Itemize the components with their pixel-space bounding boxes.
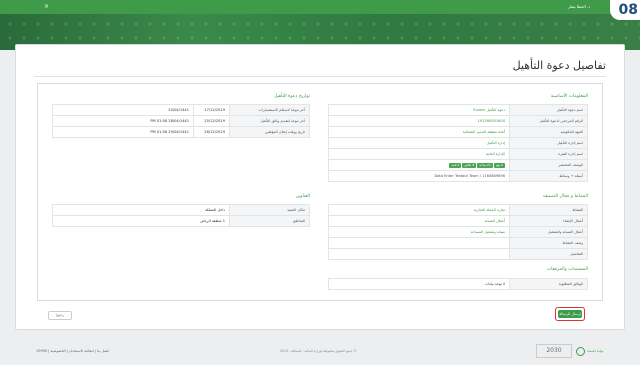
countdown-tag: 6 يوم xyxy=(493,162,505,168)
table-row: التفاصيل xyxy=(328,248,588,260)
activity-title: النشاط و مجال التصنيف xyxy=(542,194,588,199)
details-panel: المعلومات الأساسية اسم دعوة التأهيل دعوة … xyxy=(37,83,603,301)
back-button[interactable]: رجوع xyxy=(48,311,72,320)
close-icon[interactable]: × xyxy=(44,3,49,11)
table-row: تاريخ ووقت إعلان المؤهلين 26/12/2019 29/04… xyxy=(52,126,310,138)
documents-title: المستندات والمرفقات xyxy=(546,267,588,272)
documents-table: الوثائق المطلوبة لا توجد بيانات xyxy=(328,278,588,290)
table-row: الرقم المرجعي لدعوة التأهيل 191260001604 xyxy=(328,115,588,127)
table-row: وصف النشاط xyxy=(328,237,588,249)
divider xyxy=(34,76,606,77)
countdown-tag: 21 ساعة xyxy=(477,162,493,168)
dates-table: آخر موعد لاستلام الاستفسارات 17/12/2019 20… xyxy=(52,104,310,138)
copyright: © جميع الحقوق محفوظة لوزارة المالية - ال… xyxy=(280,349,357,353)
countdown-tags: 6 يوم 21 ساعة 8 دقائق 0 ثانية xyxy=(449,162,505,168)
activity-table: النشاط تجارة الجملة التجارية أعمال الإنشا… xyxy=(328,204,588,260)
address-table: مكان التنفيذ داخل المملكة المناطق 1 منطقة … xyxy=(52,204,310,227)
address-title: العناوين xyxy=(295,194,310,199)
table-row: اسم دعوة التأهيل دعوة التأهيل Evoms xyxy=(328,104,588,116)
dates-title: تواريخ دعوة التأهيل xyxy=(274,94,310,99)
user-name[interactable]: د. العطا بشار xyxy=(568,4,590,9)
step-badge: 08 xyxy=(610,0,640,20)
basic-info-title: المعلومات الأساسية xyxy=(550,94,588,99)
table-row: النشاط تجارة الجملة التجارية xyxy=(328,204,588,216)
table-row: اسم إدارة الفترة الإدارة العامة xyxy=(328,148,588,160)
etimad-logo: بوابة اعتماد xyxy=(576,343,616,359)
table-row: مكان التنفيذ داخل المملكة xyxy=(52,204,310,216)
table-row: أعمال الإنشاء أعمال الصيانة xyxy=(328,215,588,227)
table-row: آخر موعد لاستلام الاستفسارات 17/12/2019 20… xyxy=(52,104,310,116)
table-row: أسئلة + وسائط Data Enter Testbut Team / 1… xyxy=(328,170,588,182)
top-bar: × د. العطا بشار xyxy=(0,0,640,14)
submit-button[interactable]: إرسال الرسالة xyxy=(555,307,585,321)
basic-info-table: اسم دعوة التأهيل دعوة التأهيل Evoms الرقم… xyxy=(328,104,588,182)
logo-ring-icon xyxy=(576,346,585,356)
table-row: آخر موعد لتقديم وثائق التأهيل 25/12/2019 2… xyxy=(52,115,310,127)
countdown-tag: 8 دقائق xyxy=(462,162,477,168)
table-row: الجهة الحكومية أمانة منطقة الحدود الشمالي… xyxy=(328,126,588,138)
table-row: أعمال الصيانة والتشغيل صيانة وتشغيل المسا… xyxy=(328,226,588,238)
table-row: الوصف المختصر 6 يوم 21 ساعة 8 دقائق 0 ثا… xyxy=(328,159,588,171)
submit-button-label: إرسال الرسالة xyxy=(558,310,582,318)
footer: اتصل بنا | اتفاقية الاستخدام | الخصوصية … xyxy=(0,336,640,365)
footer-links[interactable]: اتصل بنا | اتفاقية الاستخدام | الخصوصية … xyxy=(36,349,109,353)
countdown-tag: 0 ثانية xyxy=(449,162,462,168)
table-row: اسم إدارة التأهيل إدارة التأهيل xyxy=(328,137,588,149)
page-title: تفاصيل دعوة التأهيل xyxy=(512,59,606,72)
table-row: المناطق 1 منطقة الرياض xyxy=(52,215,310,227)
vision-logo: 2030 xyxy=(536,344,572,358)
table-row: الوثائق المطلوبة لا توجد بيانات xyxy=(328,278,588,290)
